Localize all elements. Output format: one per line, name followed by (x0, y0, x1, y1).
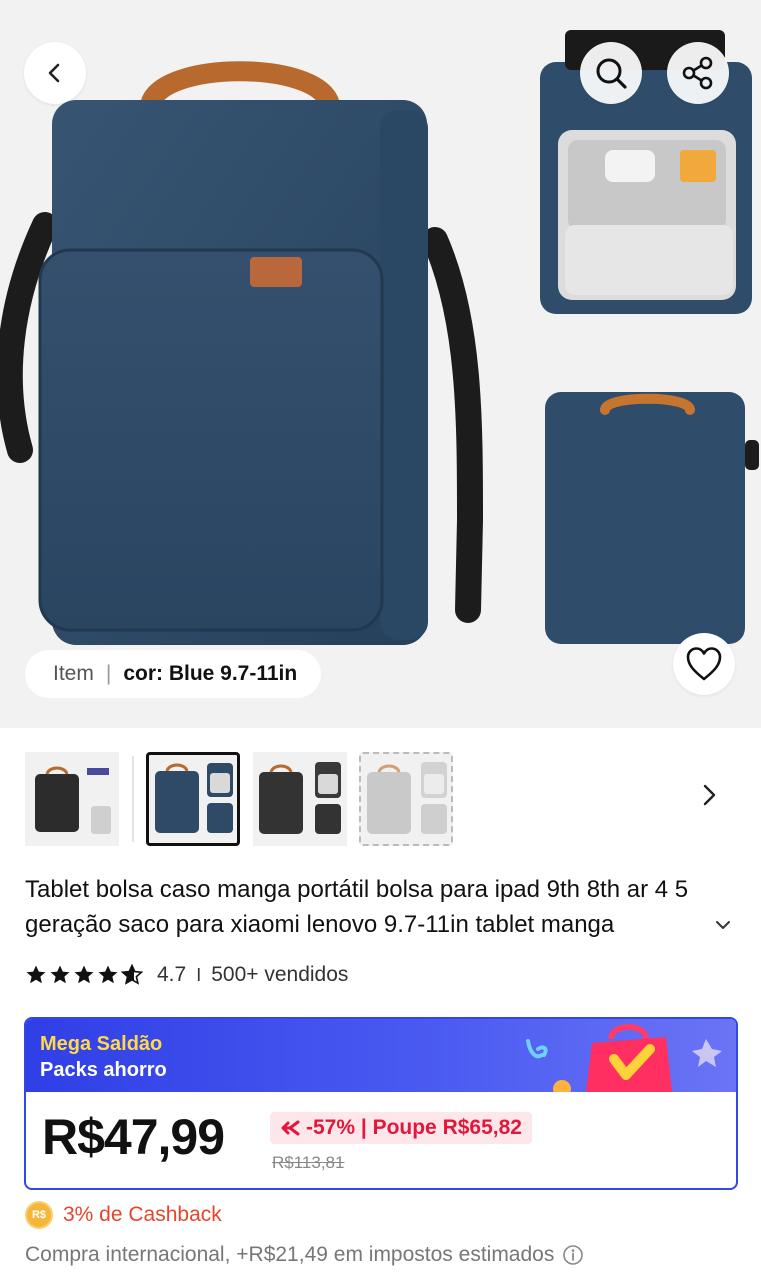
thumbnail-black[interactable] (25, 752, 119, 846)
variant-value: cor: Blue 9.7-11in (123, 662, 298, 685)
coin-icon: R$ (25, 1201, 53, 1229)
thumbnail-image (35, 766, 111, 834)
promo-banner: Mega Saldão Packs ahorro (26, 1019, 736, 1092)
search-icon (596, 58, 627, 89)
thumbnail-blue-selected[interactable] (146, 752, 240, 846)
product-photo (0, 30, 759, 645)
search-button[interactable] (580, 42, 642, 104)
product-title: Tablet bolsa caso manga portátil bolsa p… (25, 876, 689, 938)
discount-badge: -57% | Poupe R$65,82 (270, 1112, 532, 1144)
price-row: R$47,99 -57% | Poupe R$65,82 R$113,81 (26, 1092, 736, 1188)
info-icon[interactable] (562, 1244, 584, 1266)
promo-subtitle: Packs ahorro (40, 1059, 167, 1081)
shopping-bag-promo-icon (526, 1024, 722, 1092)
chevron-down-icon (716, 921, 730, 929)
sold-count: 500+ vendidos (211, 963, 349, 986)
share-icon (682, 56, 713, 90)
current-price: R$47,99 (42, 1109, 225, 1165)
promo-title: Mega Saldão (40, 1033, 163, 1055)
chevron-right-icon (703, 784, 716, 806)
thumbnail-dark-gray[interactable] (253, 752, 347, 846)
cashback-text: 3% de Cashback (63, 1203, 222, 1226)
cashback-row[interactable]: R$ 3% de Cashback (25, 1200, 222, 1230)
thumbnails-next-button[interactable] (692, 778, 726, 812)
variant-selector-pill[interactable]: Item | cor: Blue 9.7-11in (25, 650, 322, 698)
thumbnail-image (155, 763, 233, 833)
share-button[interactable] (667, 42, 729, 104)
rating-value: 4.7 (157, 963, 187, 986)
thumbnail-light-gray[interactable] (359, 752, 453, 846)
discount-text: -57% | Poupe R$65,82 (306, 1116, 522, 1139)
rating-stars (25, 964, 147, 986)
thumbnail-image (367, 762, 447, 834)
rating-separator: I (196, 964, 202, 985)
title-expand-button[interactable] (711, 913, 735, 937)
tax-text: Compra internacional, +R$21,49 em impost… (25, 1243, 555, 1266)
thumbnail-image (259, 762, 341, 834)
tax-info-row[interactable]: Compra internacional, +R$21,49 em impost… (25, 1240, 584, 1270)
price-card[interactable]: Mega Saldão Packs ahorro R$47,99 -57% | … (24, 1017, 738, 1190)
rating-row[interactable]: 4.7 I 500+ vendidos (25, 960, 348, 990)
original-price: R$113,81 (272, 1153, 345, 1172)
back-button[interactable] (24, 42, 86, 104)
favorite-button[interactable] (673, 633, 735, 695)
variant-label: Item (53, 662, 94, 685)
star-rating-icon (26, 964, 143, 985)
product-image-gallery[interactable]: Item | cor: Blue 9.7-11in (0, 0, 761, 728)
thumbnail-divider (132, 756, 134, 842)
chevron-left-icon (48, 63, 60, 83)
price-down-arrow-icon (281, 1120, 300, 1136)
variant-separator: | (105, 662, 112, 685)
variant-thumbnails (0, 748, 761, 848)
heart-icon (686, 647, 722, 681)
